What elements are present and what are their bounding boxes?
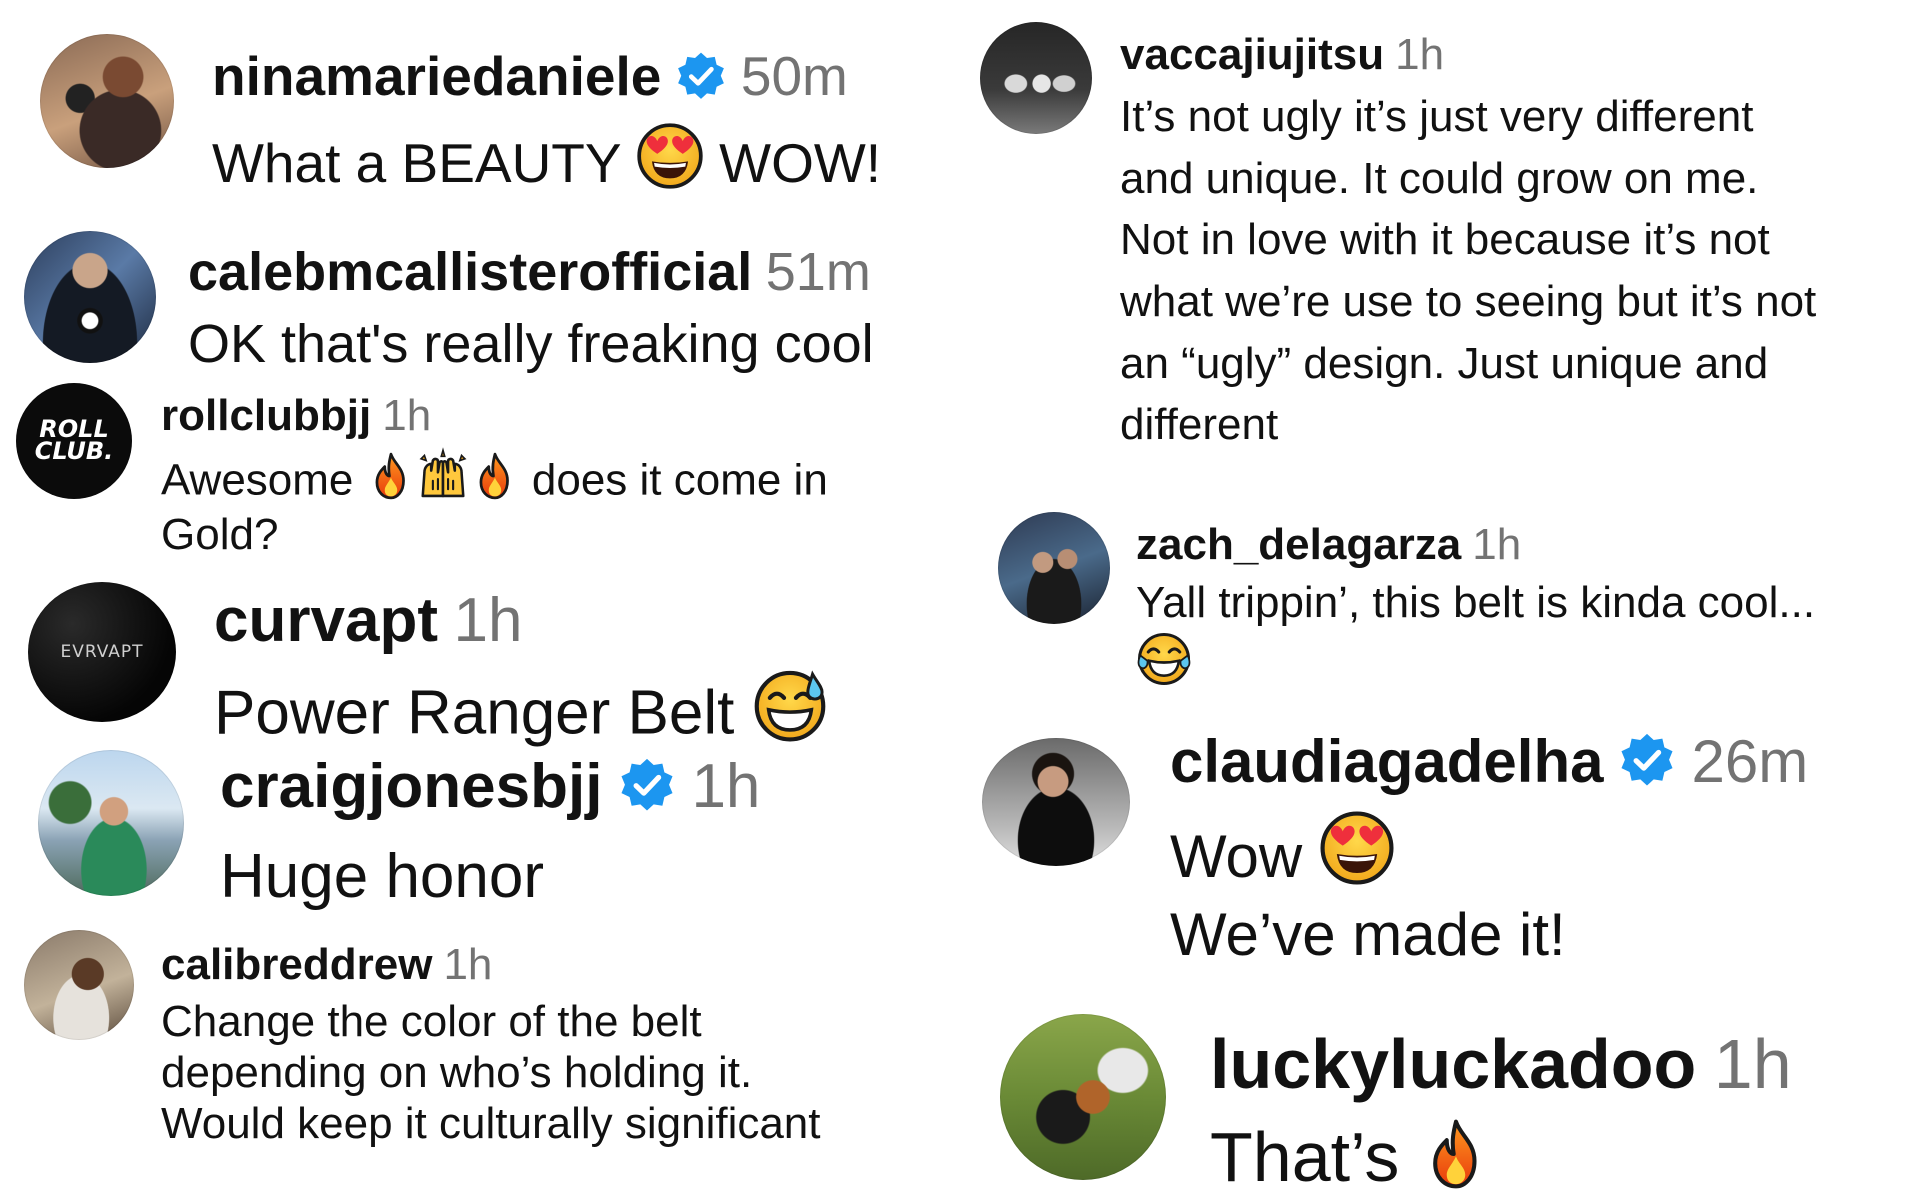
joy-emoji-icon bbox=[1136, 631, 1192, 687]
timestamp[interactable]: 1h bbox=[1714, 1025, 1792, 1103]
comment-header: calibreddrew 1h bbox=[161, 940, 821, 989]
username[interactable]: vaccajiujitsu bbox=[1120, 30, 1384, 79]
comment-header: craigjonesbjj 1h bbox=[220, 754, 760, 827]
fire-emoji-icon bbox=[366, 451, 416, 501]
avatar-calebmcallisterofficial[interactable] bbox=[24, 231, 156, 363]
comment-header: luckyluckadoo 1h bbox=[1210, 1025, 1792, 1103]
heart-eyes-emoji-icon bbox=[636, 122, 704, 190]
avatar-rollclubbjj[interactable]: ROLL CLUB. bbox=[16, 383, 132, 499]
timestamp[interactable]: 50m bbox=[741, 45, 848, 107]
comment-header: vaccajiujitsu 1h bbox=[1120, 30, 1816, 79]
roll-club-logo: ROLL CLUB. bbox=[34, 415, 114, 465]
avatar-vaccajiujitsu[interactable] bbox=[980, 22, 1092, 134]
verified-badge-icon bbox=[618, 756, 676, 826]
avatar-curvapt[interactable]: EVRVAPT bbox=[28, 582, 176, 722]
comment-text: Huge honor bbox=[220, 841, 545, 911]
verified-badge-icon bbox=[1618, 731, 1676, 800]
username[interactable]: calebmcallisterofficial bbox=[188, 242, 752, 302]
timestamp[interactable]: 1h bbox=[691, 752, 760, 821]
verified-badge-icon bbox=[675, 50, 727, 113]
comment-text: OK that's really freaking cool bbox=[188, 313, 874, 374]
avatar-ninamariedaniele[interactable] bbox=[40, 34, 174, 168]
comment-header: zach_delagarza 1h bbox=[1136, 520, 1815, 569]
avatar-craigjonesbjj[interactable] bbox=[38, 750, 184, 896]
avatar-calibreddrew[interactable] bbox=[24, 930, 134, 1040]
timestamp[interactable]: 26m bbox=[1691, 728, 1808, 795]
username[interactable]: luckyluckadoo bbox=[1210, 1025, 1696, 1103]
comment-text: It’s not ugly it’s just very different a… bbox=[1120, 92, 1817, 450]
avatar-zach-delagarza[interactable] bbox=[998, 512, 1110, 624]
username[interactable]: ninamariedaniele bbox=[212, 45, 661, 107]
comment-text: Yall trippin’, this belt is kinda cool..… bbox=[1136, 576, 1815, 694]
comment-text: What a BEAUTY WOW! bbox=[212, 122, 881, 197]
timestamp[interactable]: 1h bbox=[443, 940, 492, 989]
avatar-luckyluckadoo[interactable] bbox=[1000, 1014, 1166, 1180]
comment-text: That’s bbox=[1210, 1114, 1792, 1200]
username[interactable]: zach_delagarza bbox=[1136, 520, 1461, 569]
heart-eyes-emoji-icon bbox=[1319, 810, 1395, 886]
timestamp[interactable]: 51m bbox=[766, 242, 871, 302]
timestamp[interactable]: 1h bbox=[1395, 30, 1444, 79]
grinning-sweat-emoji-icon bbox=[752, 667, 828, 743]
username[interactable]: craigjonesbjj bbox=[220, 752, 602, 821]
evrvapt-logo: EVRVAPT bbox=[60, 642, 144, 662]
comment-text: Change the color of the belt depending o… bbox=[161, 997, 821, 1149]
avatar-claudiagadelha[interactable] bbox=[982, 738, 1130, 866]
comment-header: rollclubbjj 1h bbox=[161, 391, 828, 440]
comment-text: Power Ranger Belt bbox=[214, 667, 828, 753]
comment-header: calebmcallisterofficial 51m bbox=[188, 244, 874, 301]
timestamp[interactable]: 1h bbox=[1472, 520, 1521, 569]
username[interactable]: claudiagadelha bbox=[1170, 728, 1603, 795]
timestamp[interactable]: 1h bbox=[453, 586, 522, 655]
comment-header: claudiagadelha 26m bbox=[1170, 730, 1808, 800]
fire-emoji-icon bbox=[470, 451, 520, 501]
raised-hands-emoji-icon bbox=[416, 447, 470, 501]
username[interactable]: curvapt bbox=[214, 586, 438, 655]
fire-emoji-icon bbox=[1419, 1117, 1493, 1191]
comment-text: Wow We’ve made it! bbox=[1170, 810, 1808, 974]
comment-text: Awesome does it come in Gold? bbox=[161, 447, 828, 563]
comment-header: curvapt 1h bbox=[214, 588, 828, 653]
comment-header: ninamariedaniele 50m bbox=[212, 45, 881, 113]
username[interactable]: rollclubbjj bbox=[161, 391, 371, 440]
username[interactable]: calibreddrew bbox=[161, 940, 432, 989]
timestamp[interactable]: 1h bbox=[382, 391, 431, 440]
